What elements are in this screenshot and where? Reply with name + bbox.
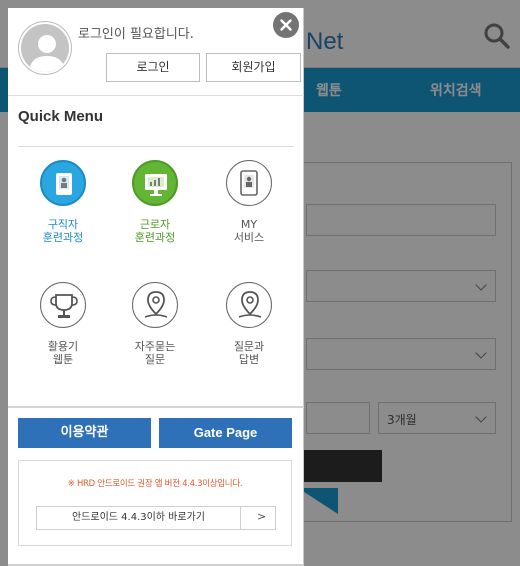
- login-message: 로그인이 필요합니다.: [78, 27, 194, 42]
- user-area: 로그인이 필요합니다. 로그인 회원가입: [8, 8, 304, 96]
- user-icon: [29, 35, 65, 72]
- join-button[interactable]: 회원가입: [206, 53, 301, 82]
- location-pin-icon: [132, 282, 178, 328]
- quick-item-label: 자주묻는 질문: [134, 340, 176, 366]
- divider: [8, 406, 304, 408]
- quick-item-webtoon[interactable]: 활용기 웹툰: [18, 282, 108, 392]
- quick-item-jobseeker-training[interactable]: 구직자 훈련과정: [18, 160, 108, 270]
- quick-item-label: 질문과 답변: [233, 340, 265, 366]
- quick-item-label: 구직자 훈련과정: [42, 218, 84, 244]
- close-icon: [280, 19, 292, 31]
- location-pin-icon: [226, 282, 272, 328]
- jobseeker-icon: [40, 160, 86, 206]
- notice-text: ※ HRD 안드로이드 권장 앱 버전 4.4.3이상입니다.: [67, 479, 243, 489]
- shortcut-label: 안드로이드 4.4.3이하 바로가기: [37, 507, 241, 529]
- quick-item-worker-training[interactable]: 근로자 훈련과정: [110, 160, 200, 270]
- divider: [18, 146, 294, 147]
- my-service-icon: [226, 160, 272, 206]
- terms-button[interactable]: 이용약관: [18, 418, 151, 448]
- android-shortcut-button[interactable]: 안드로이드 4.4.3이하 바로가기 >: [36, 506, 276, 530]
- quick-item-my-service[interactable]: MY 서비스: [204, 160, 294, 270]
- trophy-icon: [40, 282, 86, 328]
- gate-page-button[interactable]: Gate Page: [159, 418, 292, 448]
- avatar: [19, 22, 71, 74]
- quick-item-label: MY 서비스: [233, 218, 265, 244]
- close-button[interactable]: [273, 12, 299, 38]
- worker-icon: [132, 160, 178, 206]
- quick-item-label: 활용기 웹툰: [47, 340, 79, 366]
- login-button[interactable]: 로그인: [106, 53, 200, 82]
- quick-menu-title: Quick Menu: [18, 108, 104, 125]
- app-version-notice: ※ HRD 안드로이드 권장 앱 버전 4.4.3이상입니다. 안드로이드 4.…: [18, 460, 292, 546]
- chevron-right-icon: >: [257, 510, 267, 523]
- quick-item-label: 근로자 훈련과정: [134, 218, 176, 244]
- quick-item-faq[interactable]: 자주묻는 질문: [110, 282, 200, 392]
- side-drawer: 로그인이 필요합니다. 로그인 회원가입 Quick Menu 구직자훈련과정: [8, 8, 304, 566]
- quick-item-qna[interactable]: 질문과 답변: [204, 282, 294, 392]
